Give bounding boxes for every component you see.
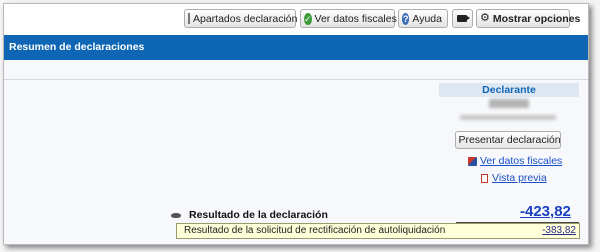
mostrar-opciones-label: Mostrar opciones [492, 12, 581, 25]
apartados-declaracion-label: Apartados declaración [193, 12, 298, 25]
resultado-value-link[interactable]: -423,82 [520, 203, 571, 220]
ver-datos-fiscales-button[interactable]: ✓ Ver datos fiscales [300, 9, 397, 28]
ayuda-button[interactable]: ? Ayuda [398, 9, 448, 28]
mostrar-opciones-button[interactable]: ⚙ Mostrar opciones [476, 9, 580, 28]
video-button[interactable] [452, 9, 473, 28]
help-icon: ? [402, 12, 410, 25]
resultado-tooltip: Resultado de la solicitud de rectificaci… [176, 223, 580, 239]
vista-previa-link[interactable]: Vista previa [481, 172, 547, 184]
toolbar: Apartados declaración ✓ Ver datos fiscal… [4, 4, 588, 35]
ayuda-label: Ayuda [412, 12, 442, 25]
resultado-row: Resultado de la declaración [171, 209, 328, 221]
flag-icon [468, 156, 477, 166]
page-header: Resumen de declaraciones [4, 35, 588, 60]
tooltip-value[interactable]: -383,82 [542, 224, 576, 238]
eye-icon [171, 212, 181, 218]
check-icon: ✓ [304, 12, 312, 25]
ver-datos-fiscales-link-label: Ver datos fiscales [480, 155, 563, 167]
ver-datos-fiscales-link[interactable]: Ver datos fiscales [468, 155, 562, 167]
resultado-label: Resultado de la declaración [189, 209, 328, 221]
video-camera-icon [456, 15, 470, 22]
ver-datos-fiscales-label: Ver datos fiscales [314, 12, 397, 25]
tooltip-text: Resultado de la solicitud de rectificaci… [184, 225, 446, 236]
page-title: Resumen de declaraciones [9, 41, 145, 53]
document-icon [188, 13, 190, 24]
apartados-declaracion-button[interactable]: Apartados declaración [184, 9, 298, 28]
declarante-heading: Declarante [439, 83, 579, 97]
presentar-declaracion-label: Presentar declaración [458, 134, 561, 146]
app-window: Apartados declaración ✓ Ver datos fiscal… [3, 3, 589, 245]
vista-previa-link-label: Vista previa [492, 172, 547, 184]
presentar-declaracion-button[interactable]: Presentar declaración [455, 131, 561, 149]
redacted-id [460, 115, 556, 120]
gear-icon: ⚙ [480, 12, 490, 24]
redacted-name [489, 99, 529, 108]
pdf-icon [481, 173, 488, 183]
divider [4, 79, 588, 80]
